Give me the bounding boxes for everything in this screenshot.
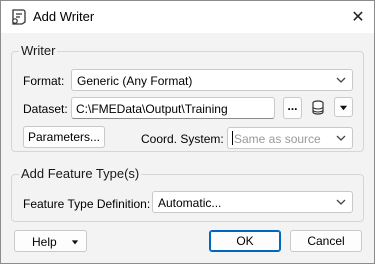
coord-system-label: Coord. System: [141, 132, 224, 146]
add-writer-dialog: Add Writer ✕ Writer Format: Generic (Any… [0, 0, 375, 264]
browse-button[interactable]: ... [283, 97, 302, 119]
dataset-value: C:\FMEData\Output\Training [76, 102, 228, 116]
feature-type-group-label: Add Feature Type(s) [19, 166, 142, 181]
close-button[interactable]: ✕ [342, 1, 374, 33]
chevron-down-icon [336, 77, 346, 83]
help-button[interactable]: Help [14, 230, 87, 252]
app-writer-icon [12, 9, 26, 25]
feature-type-definition-label: Feature Type Definition: [23, 197, 151, 211]
cancel-button[interactable]: Cancel [290, 230, 362, 252]
chevron-down-icon [336, 199, 346, 205]
database-icon[interactable] [309, 99, 327, 117]
dataset-options-button[interactable] [334, 97, 353, 117]
coord-system-placeholder: Same as source [234, 132, 321, 146]
text-caret [232, 131, 233, 145]
window-title: Add Writer [33, 9, 95, 24]
dropdown-arrow-icon [339, 105, 348, 110]
writer-group-label: Writer [19, 43, 58, 58]
dropdown-arrow-icon [71, 240, 79, 245]
title-bar: Add Writer ✕ [1, 1, 374, 33]
coord-system-select[interactable]: Same as source [227, 127, 353, 149]
parameters-button[interactable]: Parameters... [23, 126, 105, 148]
ok-button[interactable]: OK [209, 230, 281, 252]
feature-type-definition-select[interactable]: Automatic... [152, 191, 353, 213]
dataset-input[interactable]: C:\FMEData\Output\Training [71, 97, 275, 119]
format-value: Generic (Any Format) [77, 74, 193, 88]
close-icon: ✕ [351, 9, 365, 26]
format-select[interactable]: Generic (Any Format) [71, 69, 353, 91]
help-label: Help [32, 235, 57, 249]
chevron-down-icon [336, 135, 346, 141]
dataset-label: Dataset: [23, 102, 68, 116]
feature-type-definition-value: Automatic... [158, 196, 222, 210]
format-label: Format: [23, 74, 65, 88]
